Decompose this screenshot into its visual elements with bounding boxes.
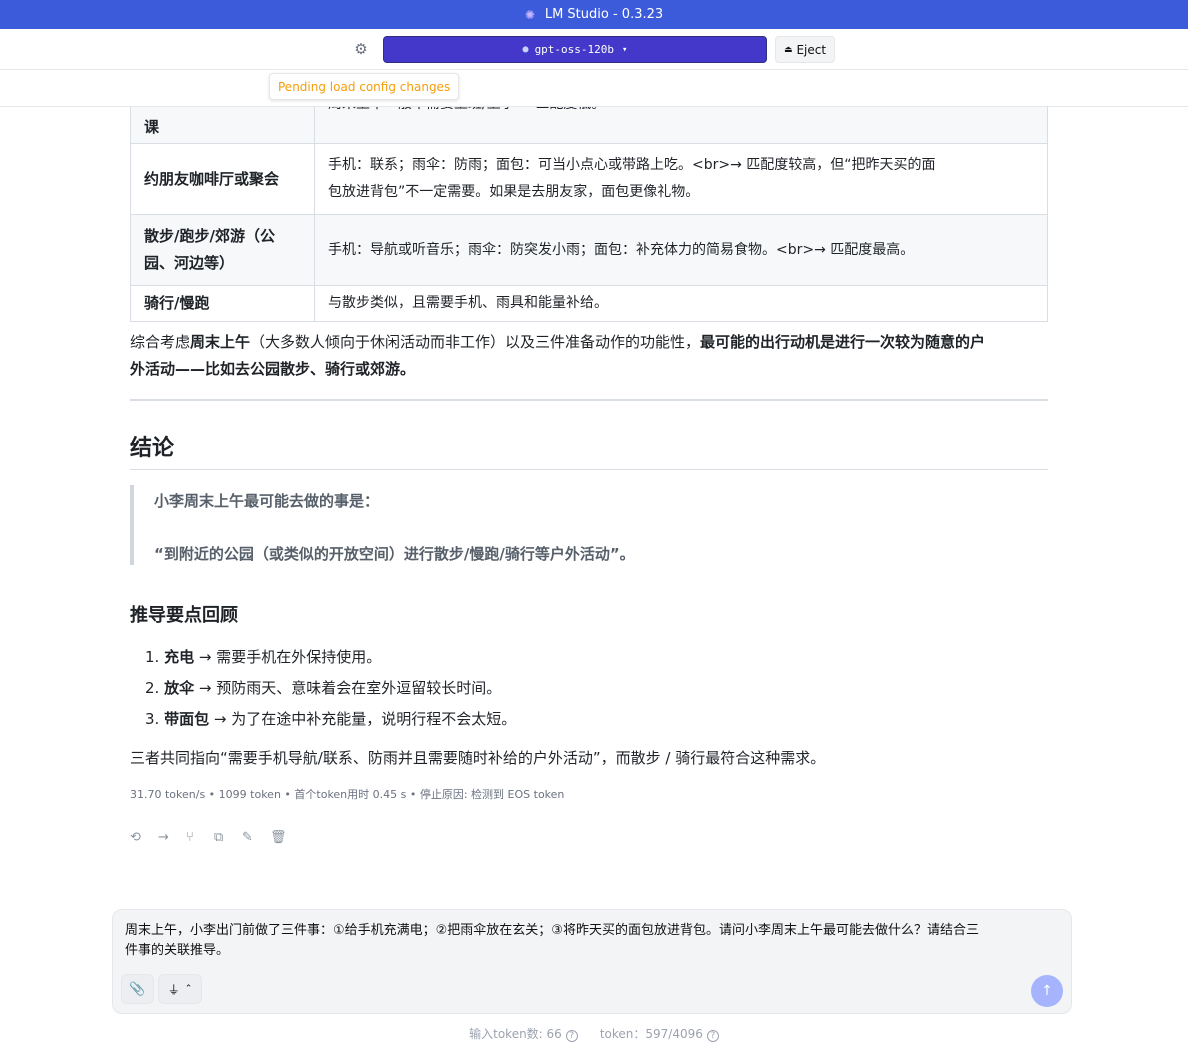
branch-icon[interactable]: ⑂ <box>186 830 214 845</box>
table-cell-scenario: 散步/跑步/郊游（公 园、河边等） <box>130 214 315 286</box>
divider <box>130 399 1048 401</box>
quote-line: 小李周末上午最可能去做的事是： <box>154 492 380 510</box>
summary-paragraph: 综合考虑周末上午（大多数人倾向于休闲活动而非工作）以及三件准备动作的功能性，最可… <box>130 329 1048 383</box>
summary-bold: 最可能的出行动机是进行一次较为随意的户 <box>700 333 986 351</box>
chat-message: 课 周末上午一般不需要上班/上学 → 匹配度低。 约朋友咖啡厅或聚会 手机：联系… <box>130 107 1048 907</box>
help-icon[interactable]: ? <box>706 1030 719 1042</box>
config-bar: Pending load config changes <box>0 70 1188 107</box>
pending-config-badge[interactable]: Pending load config changes <box>269 73 460 100</box>
recap-list: 1. 充电 → 需要手机在外保持使用。 2. 放伞 → 预防雨天、意味着会在室外… <box>145 644 516 737</box>
eject-label: Eject <box>796 42 827 57</box>
table-row: 骑行/慢跑 与散步类似，且需要手机、雨具和能量补给。 <box>130 285 1048 322</box>
model-icon: ● <box>522 44 529 55</box>
delete-icon[interactable]: 🗑 <box>270 830 298 845</box>
model-selector-button[interactable]: ● gpt-oss-120b ▾ <box>383 36 767 63</box>
plugins-button[interactable]: ⏚ ⌃ <box>158 974 202 1004</box>
list-key: 充电 <box>164 648 195 666</box>
list-number: 3. <box>145 710 160 728</box>
scenario-line: 散步/跑步/郊游（公 <box>144 227 275 245</box>
table-row: 约朋友咖啡厅或聚会 手机：联系；雨伞：防雨；面包：可当小点心或带路上吃。<br>… <box>130 143 1048 215</box>
analysis-line: 包放进背包”不一定需要。如果是去朋友家，面包更像礼物。 <box>328 184 700 200</box>
plug-icon: ⏚ <box>167 982 180 997</box>
quote-line: “到附近的公园（或类似的开放空间）进行散步/慢跑/骑行等户外活动”。 <box>154 545 635 563</box>
send-arrow-icon: ↑ <box>1041 983 1053 999</box>
edit-icon[interactable]: ✎ <box>242 830 270 845</box>
eject-button[interactable]: ⏏ Eject <box>775 36 835 63</box>
table-cell-analysis: 手机：联系；雨伞：防雨；面包：可当小点心或带路上吃。<br>→ 匹配度较高，但“… <box>314 143 1048 215</box>
help-icon[interactable]: ? <box>565 1030 578 1042</box>
recap-heading: 推导要点回顾 <box>130 605 238 626</box>
window-title: LM Studio - 0.3.23 <box>544 7 664 22</box>
heading-underline <box>130 469 1048 470</box>
table-cell-scenario: 约朋友咖啡厅或聚会 <box>130 143 315 215</box>
list-text: → 预防雨天、意味着会在室外逗留较长时间。 <box>194 679 502 697</box>
chevron-up-icon: ⌃ <box>184 984 193 994</box>
table-cell-scenario: 课 <box>130 107 315 144</box>
summary-bold: 外活动——比如去公园散步、骑行或郊游。 <box>130 360 416 378</box>
list-item: 2. 放伞 → 预防雨天、意味着会在室外逗留较长时间。 <box>145 675 516 706</box>
list-key: 放伞 <box>164 679 195 697</box>
input-line: 周末上午，小李出门前做了三件事：①给手机充满电；②把雨伞放在玄关；③将昨天买的面… <box>125 923 979 938</box>
list-text: → 需要手机在外保持使用。 <box>194 648 382 666</box>
context-token-count: token：597/4096 <box>599 1027 703 1041</box>
analysis-line: 手机：联系；雨伞：防雨；面包：可当小点心或带路上吃。<br>→ 匹配度较高，但“… <box>328 157 936 173</box>
message-input[interactable]: 周末上午，小李出门前做了三件事：①给手机充满电；②把雨伞放在玄关；③将昨天买的面… <box>125 921 1060 961</box>
copy-icon[interactable]: ⧉ <box>214 830 242 845</box>
list-number: 2. <box>145 679 160 697</box>
generation-stats: 31.70 token/s • 1099 token • 首个token用时 0… <box>130 788 565 801</box>
table-cell-analysis: 周末上午一般不需要上班/上学 → 匹配度低。 <box>314 107 1048 144</box>
list-text: → 为了在途中补充能量，说明行程不会太短。 <box>209 710 517 728</box>
model-name: gpt-oss-120b <box>534 43 615 56</box>
token-footer: 输入token数: 66? token：597/4096? <box>0 1025 1188 1042</box>
closing-paragraph: 三者共同指向“需要手机导航/联系、防雨并且需要随时补给的户外活动”，而散步 / … <box>130 749 826 767</box>
regenerate-icon[interactable]: ⟲ <box>130 830 158 845</box>
conclusion-quote: 小李周末上午最可能去做的事是： “到附近的公园（或类似的开放空间）进行散步/慢跑… <box>130 485 1048 565</box>
message-actions: ⟲ → ⑂ ⧉ ✎ 🗑 <box>130 830 298 845</box>
top-toolbar: ⚙ ● gpt-oss-120b ▾ ⏏ Eject <box>0 29 1188 70</box>
chat-composer[interactable]: 周末上午，小李出门前做了三件事：①给手机充满电；②把雨伞放在玄关；③将昨天买的面… <box>112 909 1072 1014</box>
scenario-table: 课 周末上午一般不需要上班/上学 → 匹配度低。 约朋友咖啡厅或聚会 手机：联系… <box>130 107 1048 322</box>
title-bar: ✺ LM Studio - 0.3.23 <box>0 0 1188 29</box>
list-number: 1. <box>145 648 160 666</box>
scenario-line: 园、河边等） <box>144 254 235 272</box>
gear-icon[interactable]: ⚙ <box>352 40 370 58</box>
send-button[interactable]: ↑ <box>1031 975 1063 1007</box>
list-item: 3. 带面包 → 为了在途中补充能量，说明行程不会太短。 <box>145 706 516 737</box>
table-cell-analysis: 手机：导航或听音乐；雨伞：防突发小雨；面包：补充体力的简易食物。<br>→ 匹配… <box>314 214 1048 286</box>
list-key: 带面包 <box>164 710 210 728</box>
table-cell-scenario: 骑行/慢跑 <box>130 285 315 322</box>
attach-button[interactable]: 📎 <box>121 974 154 1004</box>
pending-config-label: Pending load config changes <box>278 79 451 94</box>
list-item: 1. 充电 → 需要手机在外保持使用。 <box>145 644 516 675</box>
paperclip-icon: 📎 <box>129 981 146 997</box>
input-token-count: 输入token数: 66 <box>469 1027 562 1041</box>
conclusion-heading: 结论 <box>130 436 175 461</box>
eject-icon: ⏏ <box>783 44 793 55</box>
summary-bold: 周末上午 <box>190 333 251 351</box>
table-row: 散步/跑步/郊游（公 园、河边等） 手机：导航或听音乐；雨伞：防突发小雨；面包：… <box>130 214 1048 286</box>
continue-icon[interactable]: → <box>158 830 186 845</box>
chevron-down-icon: ▾ <box>622 44 628 55</box>
lmstudio-logo-icon: ✺ <box>524 7 535 22</box>
table-row: 课 周末上午一般不需要上班/上学 → 匹配度低。 <box>130 107 1048 144</box>
table-cell-analysis: 与散步类似，且需要手机、雨具和能量补给。 <box>314 285 1048 322</box>
summary-text: （大多数人倾向于休闲活动而非工作）以及三件准备动作的功能性， <box>250 333 701 351</box>
input-line: 件事的关联推导。 <box>125 943 230 958</box>
summary-text: 综合考虑 <box>130 333 191 351</box>
